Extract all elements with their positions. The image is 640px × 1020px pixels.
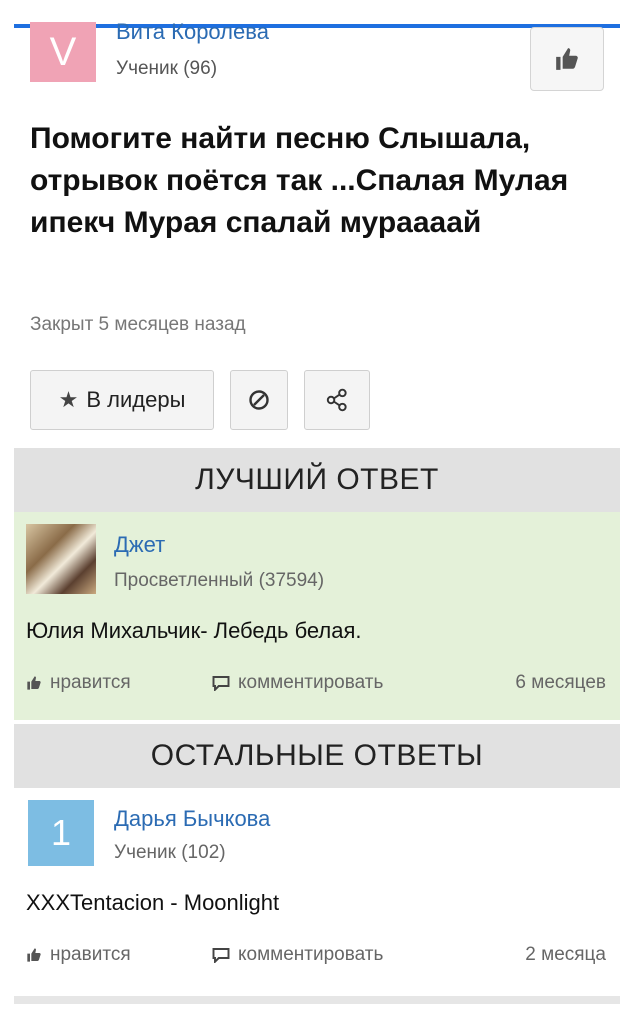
thumbs-up-icon (27, 676, 41, 690)
comment-label: комментировать (238, 944, 384, 965)
best-answer-author-avatar[interactable] (26, 524, 96, 594)
answer-text: XXXTentacion - Moonlight (26, 890, 280, 915)
star-icon: ★ (58, 387, 79, 412)
like-label: нравится (50, 672, 131, 693)
best-answer-header: ЛУЧШИЙ ОТВЕТ (14, 448, 620, 512)
question-author-name[interactable]: Вита Королева (116, 20, 269, 44)
question-like-button[interactable] (530, 27, 604, 91)
block-icon (249, 390, 269, 410)
answer-comment-button[interactable]: комментировать (212, 944, 383, 966)
answer-time: 2 месяца (525, 944, 606, 966)
answer-author-name[interactable]: Дарья Бычкова (114, 806, 270, 832)
answer-author-avatar[interactable]: 1 (28, 800, 94, 866)
question-title: Помогите найти песню Слышала, отрывок по… (30, 122, 569, 239)
time-label: 2 месяца (525, 944, 606, 965)
thumbs-up-icon (27, 948, 41, 962)
question-author-rank: Ученик (96) (116, 58, 218, 79)
to-leaders-button[interactable]: ★ В лидеры (30, 370, 214, 430)
answer-author-rank: Ученик (102) (114, 842, 226, 863)
share-button[interactable] (304, 370, 370, 430)
question-author-avatar[interactable]: V (30, 22, 96, 82)
comment-icon (212, 948, 230, 963)
like-label: нравится (50, 944, 131, 965)
answer-like-button[interactable]: нравится (26, 944, 131, 966)
best-answer-time: 6 месяцев (515, 672, 606, 694)
best-answer-author-rank: Просветленный (37594) (114, 570, 325, 591)
comment-label: комментировать (238, 672, 384, 693)
thumbs-up-icon (556, 48, 578, 70)
bottom-divider (14, 996, 620, 1004)
other-answers-header: ОСТАЛЬНЫЕ ОТВЕТЫ (14, 724, 620, 788)
best-answer-comment-button[interactable]: комментировать (212, 672, 383, 694)
share-icon (326, 388, 347, 412)
question-status: Закрыт 5 месяцев назад (30, 314, 246, 335)
to-leaders-label: В лидеры (86, 387, 186, 412)
report-button[interactable] (230, 370, 288, 430)
comment-icon (212, 676, 230, 691)
time-label: 6 месяцев (515, 672, 606, 693)
best-answer-text: Юлия Михальчик- Лебедь белая. (26, 618, 362, 643)
best-answer-author-name[interactable]: Джет (114, 532, 165, 558)
top-accent-bar (14, 24, 620, 28)
best-answer-like-button[interactable]: нравится (26, 672, 131, 694)
